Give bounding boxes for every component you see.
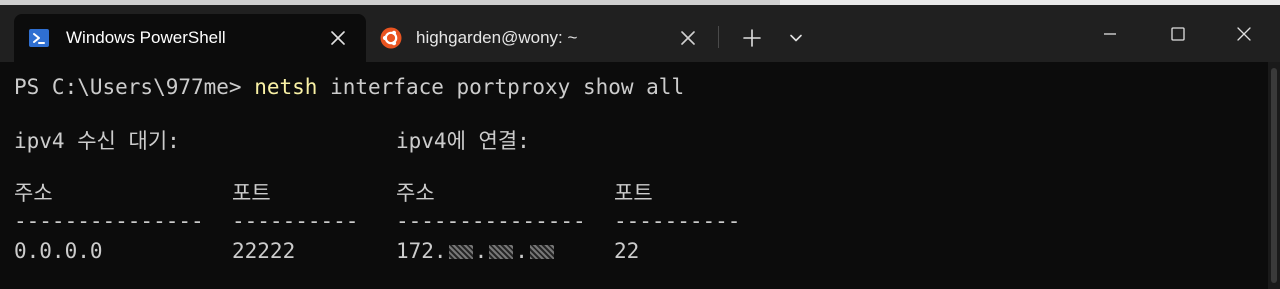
tab-separator [718, 26, 719, 48]
minimize-icon [1104, 33, 1116, 35]
terminal-output[interactable]: PS C:\Users\977me> netsh interface portp… [0, 62, 1268, 289]
command-args: interface portproxy show all [317, 75, 685, 99]
top-strip [0, 0, 1280, 5]
maximize-icon [1171, 27, 1185, 41]
connect-header: ipv4에 연결: [396, 129, 530, 153]
maximize-button[interactable] [1150, 12, 1206, 56]
prompt: PS C:\Users\977me> [14, 75, 255, 99]
column-header-port: 포트 [232, 181, 271, 205]
vertical-scrollbar[interactable] [1268, 62, 1280, 289]
listen-header: ipv4 수신 대기: [14, 129, 180, 153]
close-icon [681, 31, 695, 45]
column-header-address: 주소 [396, 181, 435, 205]
terminal-window: Windows PowerShell highgarden@wony: ~ PS… [0, 0, 1280, 289]
close-window-button[interactable] [1216, 12, 1272, 56]
connect-port-value: 22 [614, 239, 640, 263]
masked-octet [448, 245, 473, 259]
listen-address-value: 0.0.0.0 [14, 239, 103, 263]
listen-port-value: 22222 [232, 239, 296, 263]
powershell-icon [29, 29, 49, 47]
connect-address-value: 172... [396, 238, 556, 264]
tab-close-button[interactable] [328, 28, 348, 48]
tab-title: highgarden@wony: ~ [416, 28, 578, 47]
minimize-button[interactable] [1082, 12, 1138, 56]
masked-octet [489, 245, 514, 259]
top-strip-segment [0, 0, 780, 5]
new-tab-button[interactable] [738, 24, 766, 52]
column-divider: ---------- [232, 209, 359, 233]
plus-icon [743, 29, 761, 47]
column-divider: --------------- [14, 209, 204, 233]
masked-octet [529, 245, 554, 259]
scrollbar-thumb[interactable] [1271, 68, 1277, 283]
command-name: netsh [254, 75, 318, 99]
ubuntu-icon [380, 27, 402, 49]
column-divider: --------------- [396, 209, 586, 233]
chevron-down-icon [790, 34, 802, 42]
tab-title: Windows PowerShell [66, 28, 226, 47]
close-icon [331, 31, 345, 45]
tab-windows-powershell[interactable]: Windows PowerShell [14, 14, 366, 62]
close-icon [1237, 27, 1251, 41]
column-header-port: 포트 [614, 181, 653, 205]
tab-dropdown-button[interactable] [782, 24, 810, 52]
address-dot: . [515, 239, 528, 263]
connect-address-prefix: 172. [396, 239, 447, 263]
column-divider: ---------- [614, 209, 741, 233]
title-bar[interactable]: Windows PowerShell highgarden@wony: ~ [0, 0, 1280, 62]
tab-highgarden-wony[interactable]: highgarden@wony: ~ [366, 14, 716, 62]
tab-close-button[interactable] [678, 28, 698, 48]
command-line: PS C:\Users\977me> netsh interface portp… [14, 74, 684, 100]
column-header-address: 주소 [14, 181, 53, 205]
address-dot: . [474, 239, 488, 263]
